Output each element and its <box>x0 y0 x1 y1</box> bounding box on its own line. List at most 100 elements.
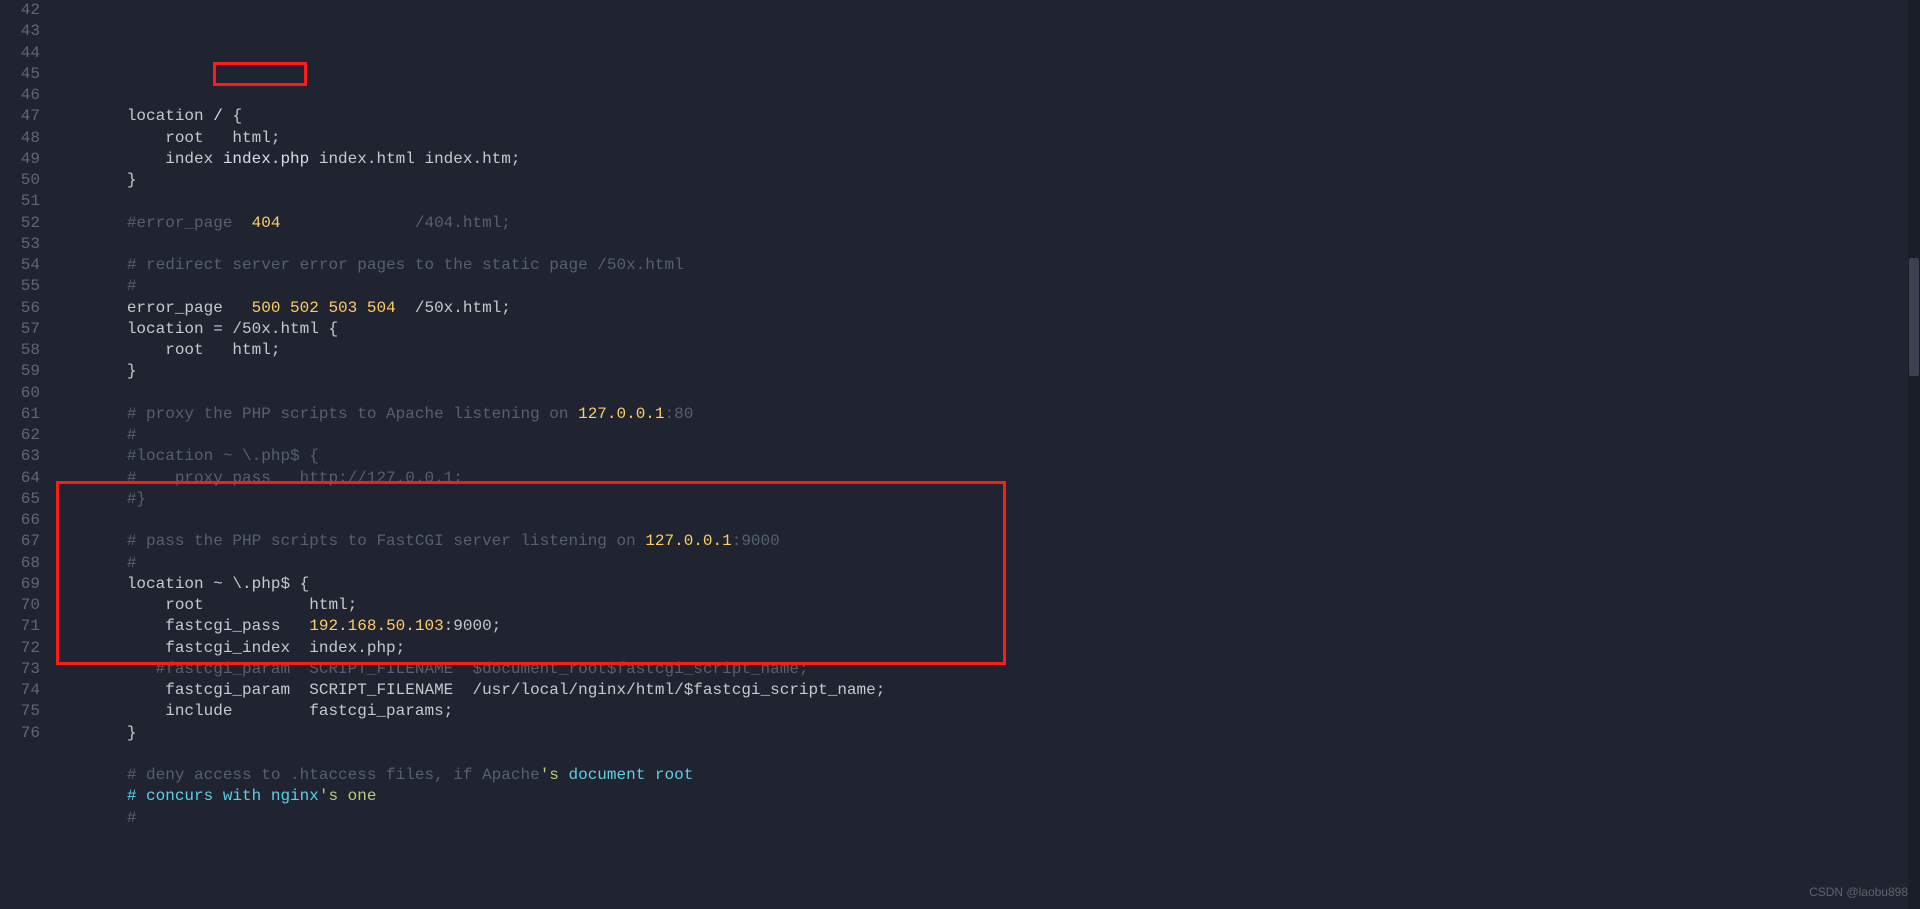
code-token: 500 502 503 504 <box>252 299 396 317</box>
code-token: fastcgi_pass <box>50 617 309 635</box>
code-token: # <box>50 426 136 444</box>
code-token: location = /50x.html { <box>50 320 338 338</box>
code-token: 192.168.50.103 <box>309 617 443 635</box>
code-line[interactable]: fastcgi_pass 192.168.50.103:9000; <box>50 616 1920 637</box>
vertical-scrollbar-thumb[interactable] <box>1909 258 1919 376</box>
code-token: :80 <box>665 405 694 423</box>
code-line[interactable]: index index.php index.html index.htm; <box>50 149 1920 170</box>
line-number: 51 <box>0 191 40 212</box>
code-token: include fastcgi_params; <box>50 702 453 720</box>
code-token: } <box>50 724 136 742</box>
code-line[interactable]: #} <box>50 489 1920 510</box>
code-line[interactable]: # <box>50 808 1920 829</box>
line-number: 65 <box>0 489 40 510</box>
vertical-scrollbar-track[interactable] <box>1908 0 1920 909</box>
code-line[interactable] <box>50 191 1920 212</box>
code-token: :9000 <box>732 532 780 550</box>
code-line[interactable] <box>50 234 1920 255</box>
code-line[interactable]: } <box>50 723 1920 744</box>
code-line[interactable]: # <box>50 553 1920 574</box>
line-number: 72 <box>0 638 40 659</box>
code-token: 's <box>540 766 569 784</box>
code-token: index <box>50 150 223 168</box>
code-token: } <box>50 171 136 189</box>
code-line[interactable]: # concurs with nginx's one <box>50 786 1920 807</box>
code-line[interactable]: include fastcgi_params; <box>50 701 1920 722</box>
line-number: 48 <box>0 128 40 149</box>
code-editor[interactable]: 4243444546474849505152535455565758596061… <box>0 0 1920 909</box>
code-token: error_page <box>50 299 252 317</box>
code-line[interactable]: root html; <box>50 128 1920 149</box>
code-line[interactable]: location ~ \.php$ { <box>50 574 1920 595</box>
code-token: # pass the PHP scripts to FastCGI server… <box>50 532 645 550</box>
code-token: } <box>50 362 136 380</box>
code-token: index.php <box>223 150 309 168</box>
code-line[interactable]: # <box>50 276 1920 297</box>
line-number: 43 <box>0 21 40 42</box>
code-line[interactable]: error_page 500 502 503 504 /50x.html; <box>50 298 1920 319</box>
code-token: 404 <box>252 214 281 232</box>
code-line[interactable]: fastcgi_param SCRIPT_FILENAME /usr/local… <box>50 680 1920 701</box>
line-number: 76 <box>0 723 40 744</box>
code-line[interactable]: #fastcgi_param SCRIPT_FILENAME $document… <box>50 659 1920 680</box>
code-line[interactable]: } <box>50 361 1920 382</box>
line-number: 70 <box>0 595 40 616</box>
code-token: /404.html; <box>280 214 510 232</box>
code-token: # concurs with nginx <box>50 787 319 805</box>
line-number: 61 <box>0 404 40 425</box>
code-content-area[interactable]: location / { root html; index index.php … <box>50 0 1920 909</box>
code-token: # <box>50 277 136 295</box>
code-token: # redirect server error pages to the sta… <box>50 256 684 274</box>
code-line[interactable] <box>50 744 1920 765</box>
code-line[interactable]: root html; <box>50 340 1920 361</box>
line-number: 57 <box>0 319 40 340</box>
line-number: 64 <box>0 468 40 489</box>
line-number: 62 <box>0 425 40 446</box>
line-number: 58 <box>0 340 40 361</box>
code-line[interactable]: #error_page 404 /404.html; <box>50 213 1920 234</box>
line-number: 47 <box>0 106 40 127</box>
watermark-text: CSDN @laobu898 <box>1809 882 1908 903</box>
line-number: 74 <box>0 680 40 701</box>
code-line[interactable]: # <box>50 425 1920 446</box>
code-token: #fastcgi_param SCRIPT_FILENAME $document… <box>50 660 809 678</box>
code-line[interactable]: } <box>50 170 1920 191</box>
line-number: 75 <box>0 701 40 722</box>
code-line[interactable]: # pass the PHP scripts to FastCGI server… <box>50 531 1920 552</box>
code-line[interactable]: #location ~ \.php$ { <box>50 446 1920 467</box>
code-token: fastcgi_index index.php; <box>50 639 405 657</box>
line-number: 46 <box>0 85 40 106</box>
code-line[interactable]: fastcgi_index index.php; <box>50 638 1920 659</box>
code-token: / <box>213 107 223 125</box>
line-number: 68 <box>0 553 40 574</box>
line-number: 44 <box>0 43 40 64</box>
code-line[interactable]: # proxy the PHP scripts to Apache listen… <box>50 404 1920 425</box>
code-line[interactable]: location = /50x.html { <box>50 319 1920 340</box>
line-number: 49 <box>0 149 40 170</box>
code-token: root html; <box>50 341 280 359</box>
code-token: 's one <box>319 787 377 805</box>
code-line[interactable]: location / { <box>50 106 1920 127</box>
code-token: #location ~ \.php$ { <box>50 447 319 465</box>
code-line[interactable]: # deny access to .htaccess files, if Apa… <box>50 765 1920 786</box>
line-number: 55 <box>0 276 40 297</box>
line-number: 73 <box>0 659 40 680</box>
code-token: 127.0.0.1 <box>645 532 731 550</box>
line-number: 54 <box>0 255 40 276</box>
code-line[interactable] <box>50 85 1920 106</box>
code-line[interactable]: # redirect server error pages to the sta… <box>50 255 1920 276</box>
code-line[interactable] <box>50 510 1920 531</box>
code-token: root html; <box>50 129 280 147</box>
code-token: # <box>50 809 136 827</box>
code-line[interactable] <box>50 383 1920 404</box>
code-token: # <box>50 554 136 572</box>
code-line[interactable]: # proxy_pass http://127.0.0.1; <box>50 468 1920 489</box>
highlight-box-index-php <box>213 62 307 86</box>
code-token: document root <box>569 766 694 784</box>
line-number: 66 <box>0 510 40 531</box>
line-number: 53 <box>0 234 40 255</box>
line-number-gutter: 4243444546474849505152535455565758596061… <box>0 0 50 909</box>
line-number: 45 <box>0 64 40 85</box>
code-line[interactable]: root html; <box>50 595 1920 616</box>
code-token: # deny access to .htaccess files, if Apa… <box>50 766 540 784</box>
